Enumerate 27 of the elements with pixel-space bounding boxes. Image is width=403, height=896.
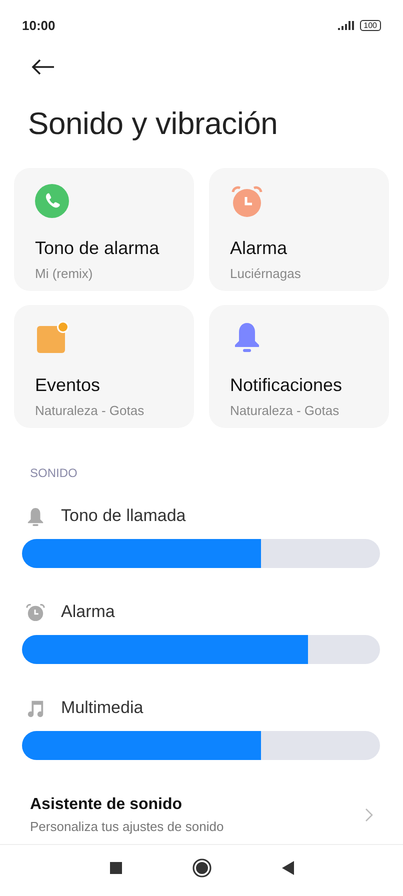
home-button[interactable] [192,858,212,878]
slider-label: Multimedia [61,698,144,718]
volume-slider[interactable] [22,539,380,568]
chevron-icon [365,808,373,822]
back-nav-button[interactable] [282,861,294,875]
volume-slider[interactable] [22,731,380,760]
music-note-icon [26,698,45,718]
sound-card[interactable]: Eventos Naturaleza - Gotas [14,305,194,428]
battery-indicator: 100 [360,20,381,30]
alarm-clock-icon [230,184,264,218]
slider-label: Alarma [61,602,115,622]
sound-card[interactable]: Notificaciones Naturaleza - Gotas [209,305,389,428]
calendar-icon [35,321,69,355]
sound-card[interactable]: Alarma Luciérnagas [209,168,389,291]
alarm-clock-icon [26,602,45,622]
status-time: 10:00 [22,18,56,32]
section-header: SONIDO [30,466,78,480]
back-button[interactable] [31,58,55,76]
page-title: Sonido y vibración [28,106,279,142]
sound-assistant-item[interactable]: Asistente de sonido Personaliza tus ajustes de sonido [0,796,403,834]
recents-button[interactable] [110,862,122,874]
phone-icon [35,184,69,218]
signal-icon [338,20,354,30]
sound-card[interactable]: Tono de alarma Mi (remix) [14,168,194,291]
bell-icon [26,506,45,526]
volume-slider[interactable] [22,635,380,664]
slider-label: Tono de llamada [61,506,186,526]
